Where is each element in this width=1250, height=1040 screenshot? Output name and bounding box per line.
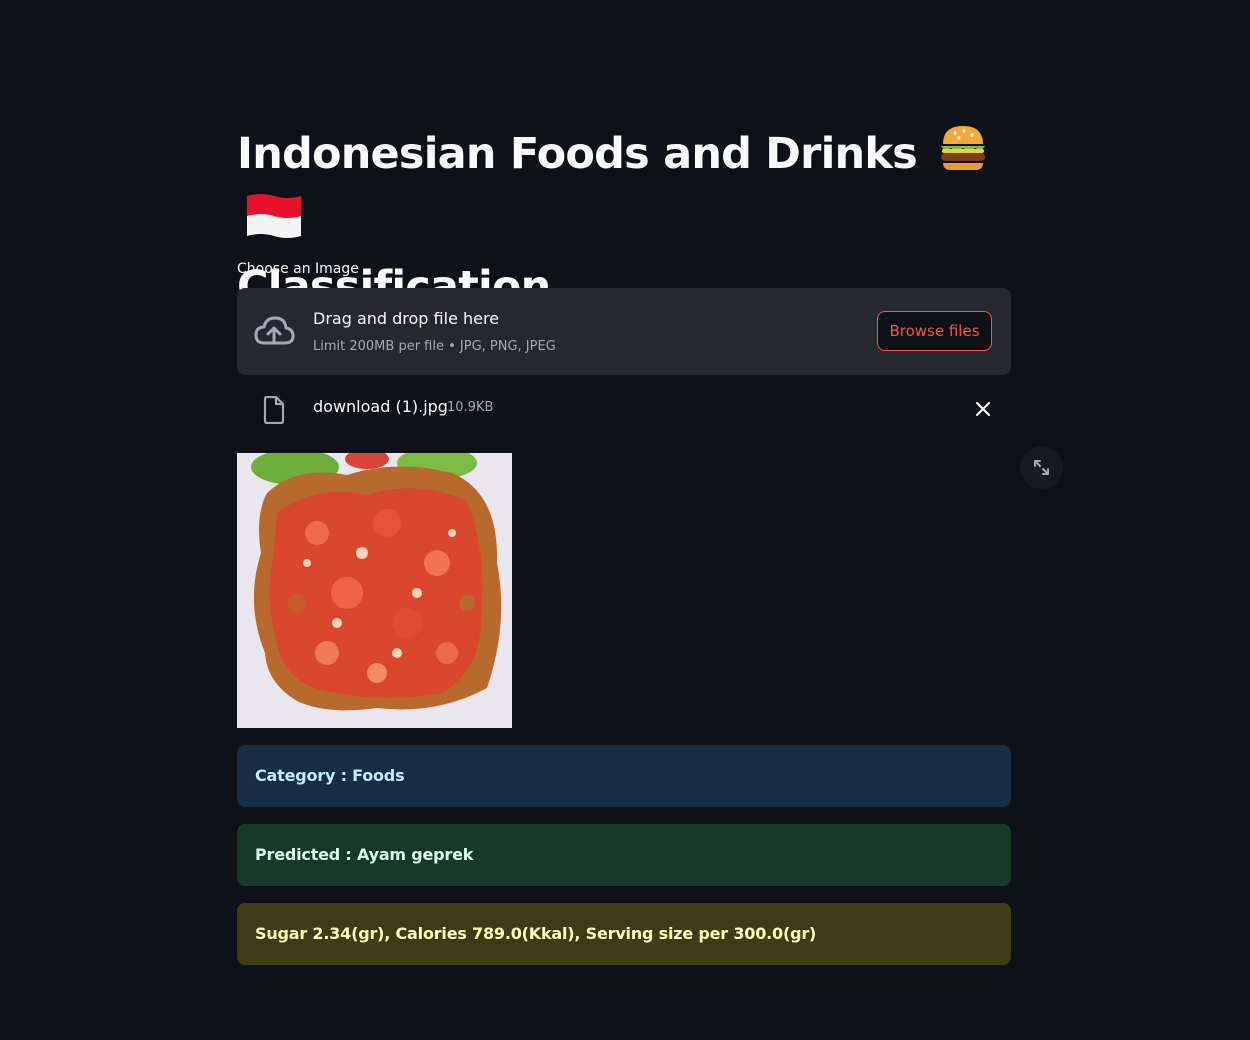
close-icon[interactable] [973, 399, 993, 419]
file-dropzone[interactable]: Drag and drop file here Limit 200MB per … [237, 288, 1011, 375]
category-result: Category : Foods [237, 745, 1011, 807]
browse-files-button[interactable]: Browse files [877, 311, 992, 351]
uploaded-food-image [237, 453, 512, 728]
cloud-upload-icon [253, 314, 295, 348]
uploader-label: Choose an Image [237, 261, 359, 277]
indonesia-flag-icon [243, 190, 305, 258]
dropzone-subtitle: Limit 200MB per file • JPG, PNG, JPEG [313, 339, 556, 354]
page-title-line1: Indonesian Foods and Drinks [237, 129, 918, 179]
prediction-result: Predicted : Ayam geprek [237, 824, 1011, 886]
fullscreen-button[interactable] [1020, 446, 1063, 489]
file-icon [263, 395, 285, 425]
expand-icon [1034, 460, 1049, 475]
uploaded-file-name: download (1).jpg [313, 397, 448, 416]
burger-icon [937, 122, 989, 190]
uploaded-file-size: 10.9KB [447, 400, 494, 415]
dropzone-title: Drag and drop file here [313, 309, 500, 328]
nutrition-result: Sugar 2.34(gr), Calories 789.0(Kkal), Se… [237, 903, 1011, 965]
uploaded-file-row: download (1).jpg 10.9KB [237, 390, 1011, 428]
